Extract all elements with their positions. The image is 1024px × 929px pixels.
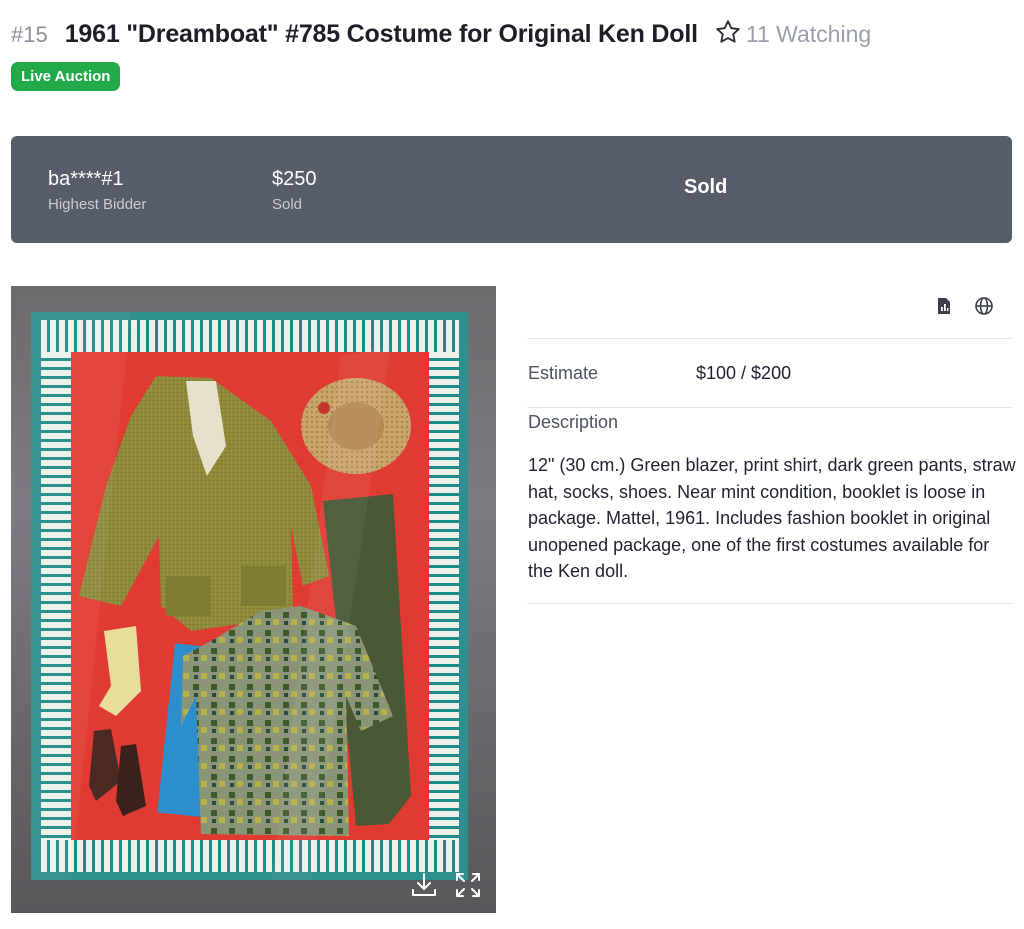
watching-count: 11 Watching xyxy=(745,21,872,47)
description-text: 12" (30 cm.) Green blazer, print shirt, … xyxy=(528,455,1016,581)
lot-status: Sold xyxy=(684,176,728,198)
expand-icon[interactable] xyxy=(452,869,484,901)
sold-price-value: $250 xyxy=(272,168,317,190)
divider xyxy=(527,338,1012,339)
watch-button[interactable]: 11 Watching xyxy=(714,18,871,51)
lot-actions xyxy=(934,296,994,316)
live-auction-badge: Live Auction xyxy=(11,62,121,91)
star-outline-icon xyxy=(714,18,742,51)
chart-document-icon[interactable] xyxy=(934,296,954,316)
lot-header: #15 1961 "Dreamboat" #785 Costume for Or… xyxy=(11,18,871,51)
description-label: Description xyxy=(528,412,619,432)
bid-status-panel: ba****#1 Highest Bidder $250 Sold Sold xyxy=(11,136,1012,243)
photo-tools xyxy=(408,869,484,901)
estimate-label: Estimate xyxy=(528,363,599,383)
divider xyxy=(527,407,1012,408)
sold-price-label: Sold xyxy=(272,196,303,213)
download-icon[interactable] xyxy=(408,869,440,901)
estimate-value: $100 / $200 xyxy=(696,363,792,383)
divider xyxy=(527,603,1012,604)
highest-bidder-value: ba****#1 xyxy=(48,168,124,190)
lot-title: 1961 "Dreamboat" #785 Costume for Origin… xyxy=(64,20,698,48)
globe-icon[interactable] xyxy=(974,296,994,316)
highest-bidder-label: Highest Bidder xyxy=(48,196,147,213)
highest-bidder-block: ba****#1 Highest Bidder xyxy=(48,168,146,213)
costume-package-image xyxy=(31,312,468,880)
lot-number: #15 xyxy=(11,21,48,47)
lot-photo[interactable] xyxy=(11,286,496,913)
sold-price-block: $250 Sold xyxy=(272,168,317,213)
